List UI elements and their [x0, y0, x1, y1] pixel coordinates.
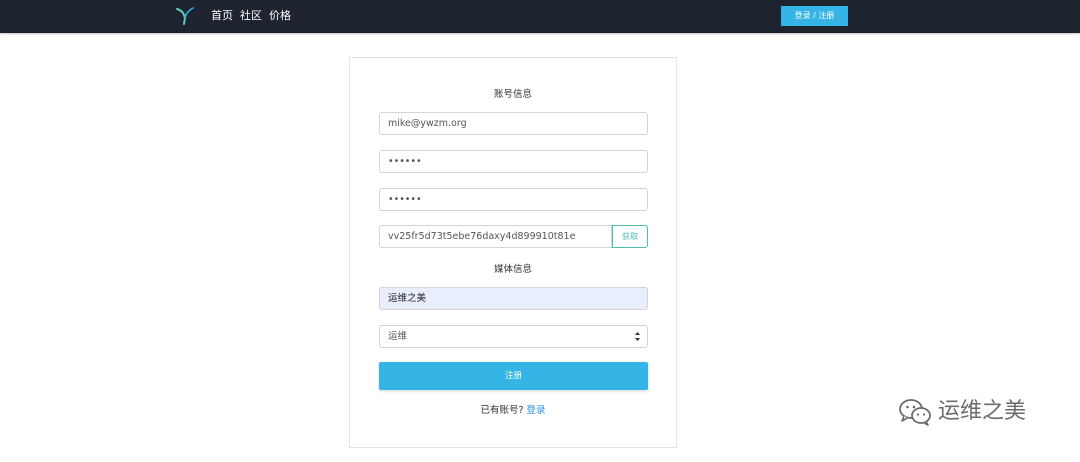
login-register-button[interactable]: 登录 / 注册	[781, 6, 848, 26]
nav-link-community[interactable]: 社区	[240, 9, 262, 23]
leaf-logo-icon[interactable]	[175, 6, 195, 26]
top-navbar: 首页 社区 价格 登录 / 注册	[0, 0, 1080, 33]
category-select-value: 运维	[388, 331, 408, 342]
register-button[interactable]: 注册	[379, 362, 648, 390]
register-card: 账号信息 mike@ywzm.org •••••• •••••• vv25fr5…	[349, 57, 677, 448]
media-name-field[interactable]: 运维之美	[379, 287, 648, 310]
account-section-title: 账号信息	[493, 89, 532, 100]
category-select[interactable]: 运维	[379, 325, 648, 348]
have-account-line: 已有账号? 登录	[350, 405, 676, 417]
password-field[interactable]: ••••••	[379, 150, 648, 173]
email-field[interactable]: mike@ywzm.org	[379, 112, 648, 135]
confirm-password-field[interactable]: ••••••	[379, 188, 648, 211]
select-arrows-icon	[635, 332, 640, 341]
have-account-text: 已有账号?	[480, 405, 524, 416]
invite-code-field[interactable]: vv25fr5d73t5ebe76daxy4d899910t81e	[379, 225, 612, 248]
fetch-code-button[interactable]: 获取	[612, 225, 648, 248]
login-link[interactable]: 登录	[527, 405, 546, 416]
nav-link-home[interactable]: 首页	[211, 9, 233, 23]
media-section-title: 媒体信息	[493, 264, 532, 275]
watermark: 运维之美	[898, 396, 1058, 432]
nav-link-pricing[interactable]: 价格	[269, 9, 291, 23]
watermark-text: 运维之美	[938, 399, 1027, 424]
wechat-icon	[899, 399, 931, 426]
